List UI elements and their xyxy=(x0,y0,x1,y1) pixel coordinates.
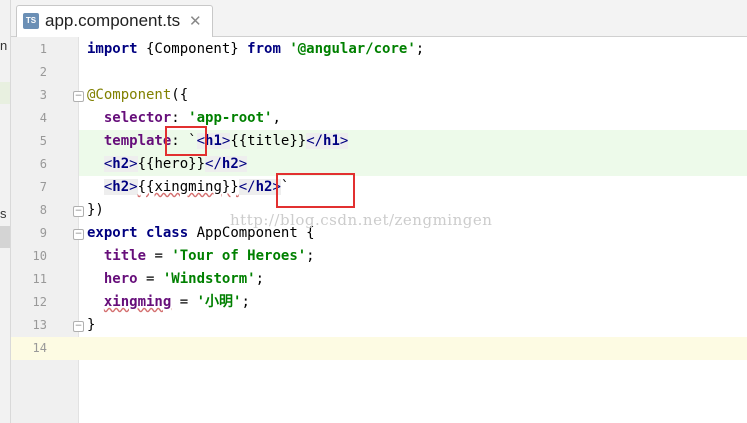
assign: = xyxy=(171,294,197,310)
code-line-1[interactable]: import {Component} from '@angular/core'; xyxy=(87,38,424,61)
code-line-10[interactable]: title = 'Tour of Heroes'; xyxy=(87,245,315,268)
line-number: 10 xyxy=(32,249,47,263)
field-hero: hero xyxy=(103,271,138,287)
panel-text-fragment: s xyxy=(0,206,7,221)
panel-row-highlight[interactable] xyxy=(0,82,10,104)
tag-bracket: </ xyxy=(306,133,324,149)
project-panel-edge[interactable]: n s xyxy=(0,0,11,423)
watermark: http://blog.csdn.net/zengmingen xyxy=(230,211,493,229)
class-close: } xyxy=(87,317,96,333)
tag-h2-open: h2 xyxy=(112,156,130,172)
fold-marker-icon[interactable]: − xyxy=(73,91,84,102)
code-line-7[interactable]: <h2>{{xingming}}</h2>` xyxy=(87,176,289,199)
semicolon: ; xyxy=(306,248,315,264)
hero-value: 'Windstorm' xyxy=(162,271,256,287)
field-title: title xyxy=(103,248,147,264)
line-number: 1 xyxy=(39,42,47,56)
decorator-args-close: }) xyxy=(87,202,104,218)
annotation-box-backtick-open xyxy=(165,126,207,156)
code-line-8[interactable]: }) xyxy=(87,199,104,222)
line-number: 14 xyxy=(32,341,47,355)
line-number: 3 xyxy=(39,88,47,102)
interpolation-title: {{title}} xyxy=(230,133,307,149)
close-icon[interactable]: ✕ xyxy=(189,12,202,30)
colon: : xyxy=(171,110,189,126)
line-number: 8 xyxy=(39,203,47,217)
line-number: 7 xyxy=(39,180,47,194)
selector-value: 'app-root' xyxy=(188,110,273,126)
panel-selected-row[interactable] xyxy=(0,226,10,248)
line-number: 5 xyxy=(39,134,47,148)
tag-h1-close: h1 xyxy=(323,133,340,149)
tag-bracket: > xyxy=(129,179,138,195)
tag-h1-open: h1 xyxy=(205,133,222,149)
line-number: 12 xyxy=(32,295,47,309)
code-line-3[interactable]: @Component({ xyxy=(87,84,188,107)
decorator-args-open: ({ xyxy=(171,87,189,103)
line-number: 6 xyxy=(39,157,47,171)
fold-marker-icon[interactable]: − xyxy=(73,229,84,240)
interpolation-hero: {{hero}} xyxy=(137,156,206,172)
fold-marker-icon[interactable]: − xyxy=(73,206,84,217)
keyword-class: class xyxy=(146,225,189,241)
line-number: 13 xyxy=(32,318,47,332)
assign: = xyxy=(137,271,163,287)
keyword-import: import xyxy=(87,41,138,57)
assign: = xyxy=(146,248,172,264)
quote: ' xyxy=(196,294,206,310)
code-line-14[interactable] xyxy=(87,337,687,360)
fold-marker-icon[interactable]: − xyxy=(73,321,84,332)
module-string: '@angular/core' xyxy=(289,41,416,57)
tag-bracket: </ xyxy=(238,179,256,195)
code-line-11[interactable]: hero = 'Windstorm'; xyxy=(87,268,264,291)
annotation-box-backtick-close xyxy=(276,173,355,208)
tag-bracket: > xyxy=(238,156,248,172)
tag-h2-close: h2 xyxy=(255,179,273,195)
tab-title: app.component.ts xyxy=(45,11,181,30)
decorator-name: @Component xyxy=(87,87,172,103)
code-line-6[interactable]: <h2>{{hero}}</h2> xyxy=(87,153,248,176)
code-line-12[interactable]: xingming = '小明'; xyxy=(87,291,250,314)
import-specifier: {Component} xyxy=(137,41,248,57)
line-number: 9 xyxy=(39,226,47,240)
keyword-from: from xyxy=(247,41,281,57)
selector-key: selector xyxy=(103,110,172,126)
editor-tab-bar: TS app.component.ts ✕ xyxy=(11,0,747,37)
panel-text-fragment: n xyxy=(0,38,8,53)
keyword-export: export xyxy=(87,225,138,241)
tab-app-component[interactable]: TS app.component.ts ✕ xyxy=(16,5,213,37)
field-xingming: xingming xyxy=(103,294,172,310)
code-line-5[interactable]: template: `<h1>{{title}}</h1> xyxy=(87,130,349,153)
semicolon: ; xyxy=(255,271,265,287)
tag-h2-close: h2 xyxy=(221,156,239,172)
title-value: 'Tour of Heroes' xyxy=(171,248,307,264)
typescript-file-icon: TS xyxy=(23,13,39,29)
template-key: template xyxy=(103,133,172,149)
line-number: 2 xyxy=(39,65,47,79)
comma: , xyxy=(272,110,281,126)
interpolation-xingming: {{xingming}} xyxy=(137,179,239,195)
tag-bracket: > xyxy=(339,133,349,149)
semicolon: ; xyxy=(241,294,250,310)
tag-bracket: > xyxy=(129,156,138,172)
line-number: 11 xyxy=(32,272,47,286)
tag-h2-open: h2 xyxy=(112,179,130,195)
line-number: 4 xyxy=(39,111,47,125)
code-line-13[interactable]: } xyxy=(87,314,95,337)
semicolon: ; xyxy=(415,41,425,57)
xingming-value: 小明 xyxy=(205,294,234,310)
tag-bracket: </ xyxy=(205,156,222,172)
